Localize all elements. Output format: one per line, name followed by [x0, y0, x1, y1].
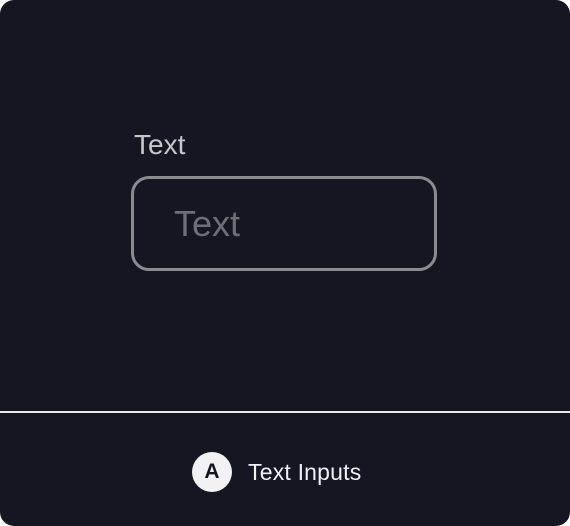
component-card: Text A Text Inputs — [0, 0, 570, 526]
text-input[interactable] — [131, 176, 437, 271]
component-caption: A Text Inputs — [0, 413, 570, 526]
caption-title: Text Inputs — [248, 458, 362, 485]
caption-row: A Text Inputs — [192, 452, 361, 492]
letter-badge: A — [192, 452, 232, 492]
text-field-label: Text — [134, 129, 186, 160]
component-preview: Text — [0, 0, 570, 411]
